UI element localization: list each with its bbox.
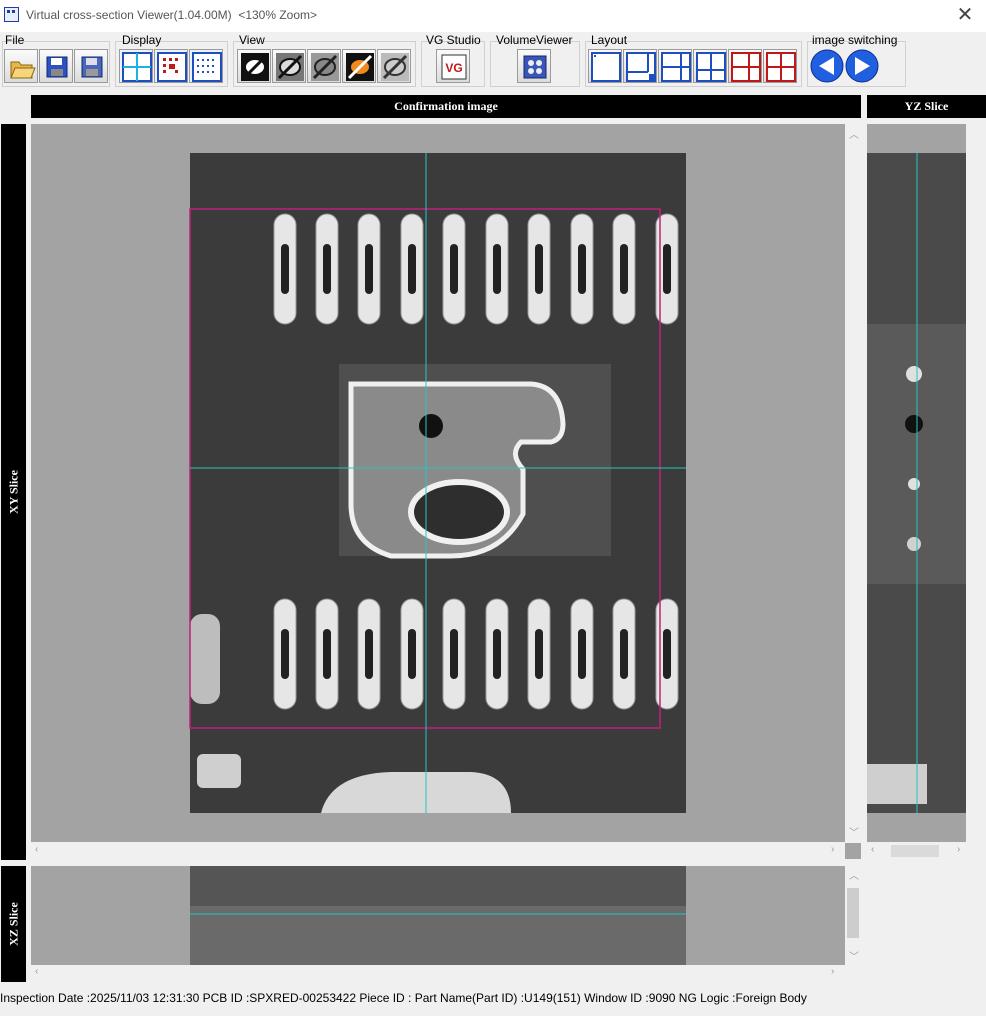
layout-columns-icon: [696, 52, 726, 82]
layout-split-icon: [661, 52, 691, 82]
layout-1-button[interactable]: [588, 49, 622, 83]
crosshair-display-button[interactable]: [119, 49, 153, 83]
xz-slice-image: [190, 866, 686, 965]
view-mode-4-button[interactable]: [342, 49, 376, 83]
next-image-button[interactable]: [845, 49, 879, 83]
window-title: Virtual cross-section Viewer(1.04.00M) <…: [26, 8, 318, 22]
zoom-label: <130% Zoom>: [238, 8, 318, 22]
volume-viewer-button[interactable]: [517, 49, 551, 83]
layout-red-grid-icon: [766, 52, 796, 82]
open-folder-icon: [10, 61, 36, 79]
prev-arrow-icon: [810, 49, 844, 83]
xy-slice-panel[interactable]: [31, 124, 845, 842]
view-mode-icon: [346, 53, 374, 81]
layout-3-button[interactable]: [658, 49, 692, 83]
yz-horizontal-scrollbar[interactable]: ‹ ›: [867, 843, 980, 859]
image-switching-group-label: image switching: [812, 33, 898, 47]
view-mode-1-button[interactable]: [237, 49, 271, 83]
save-icon: [46, 56, 68, 78]
yz-slice-panel[interactable]: [867, 124, 966, 842]
vgstudio-group-label: VG Studio: [426, 33, 481, 47]
volumeviewer-group-label: VolumeViewer: [496, 33, 573, 47]
layout-red-split-icon: [731, 52, 761, 82]
app-icon: [4, 7, 19, 22]
layout-5-button[interactable]: [728, 49, 762, 83]
yz-vertical-scrollbar[interactable]: [966, 124, 980, 842]
view-mode-3-button[interactable]: [307, 49, 341, 83]
layout-2-button[interactable]: [623, 49, 657, 83]
view-mode-2-button[interactable]: [272, 49, 306, 83]
open-button[interactable]: [4, 49, 38, 83]
prev-image-button[interactable]: [810, 49, 844, 83]
vg-icon-text: VG: [445, 61, 462, 75]
layout-single-icon: [591, 52, 621, 82]
xz-horizontal-scrollbar[interactable]: ‹ ›: [31, 965, 845, 981]
view-mode-icon: [276, 53, 304, 81]
layout-4-button[interactable]: [693, 49, 727, 83]
view-group-label: View: [239, 33, 265, 47]
dot-grid-button[interactable]: [189, 49, 223, 83]
save-button[interactable]: [39, 49, 73, 83]
display-group-label: Display: [122, 33, 162, 47]
vg-studio-button[interactable]: VG: [436, 49, 470, 83]
yz-slice-header: YZ Slice: [867, 95, 986, 118]
save-as-icon: [81, 56, 103, 78]
xz-slice-header: XZ Slice: [1, 866, 26, 982]
status-bar: Inspection Date :2025/11/03 12:31:30 PCB…: [0, 988, 986, 1010]
xz-slice-panel[interactable]: [31, 866, 845, 965]
layout-corner-icon: [626, 52, 656, 82]
volume-viewer-icon: [523, 55, 547, 79]
scrollbar-corner: [845, 843, 861, 859]
view-mode-icon: [381, 53, 409, 81]
close-icon[interactable]: ✕: [952, 4, 978, 26]
view-mode-5-button[interactable]: [377, 49, 411, 83]
grid-display-button[interactable]: [154, 49, 188, 83]
vg-studio-icon: VG: [441, 54, 467, 80]
xy-slice-header: XY Slice: [1, 124, 26, 860]
xy-slice-image: [189, 153, 686, 813]
layout-6-button[interactable]: [763, 49, 797, 83]
view-mode-icon: [241, 53, 269, 81]
dot-grid-icon: [192, 52, 222, 82]
next-arrow-icon: [845, 49, 879, 83]
xz-vertical-scrollbar[interactable]: ︿ ﹀: [845, 866, 861, 965]
yz-slice-image: [867, 153, 966, 813]
layout-group-label: Layout: [591, 33, 628, 47]
view-mode-icon: [311, 53, 339, 81]
confirmation-image-header: Confirmation image: [31, 95, 861, 118]
crosshair-icon: [122, 52, 152, 82]
xy-vertical-scrollbar[interactable]: ︿ ﹀: [845, 124, 861, 842]
save-as-button[interactable]: [74, 49, 108, 83]
xy-horizontal-scrollbar[interactable]: ‹ ›: [31, 843, 845, 859]
grid-display-icon: [157, 52, 187, 82]
file-group-label: File: [5, 33, 25, 47]
